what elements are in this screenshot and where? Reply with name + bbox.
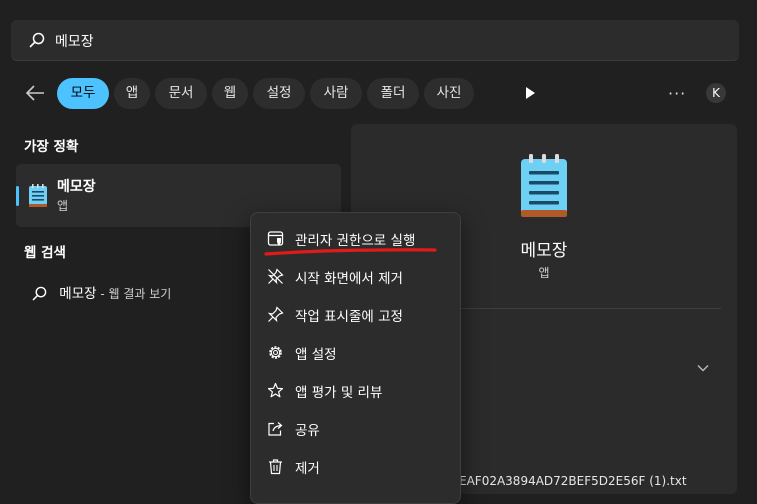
selection-indicator [16,186,19,206]
filter-chip-apps[interactable]: 앱 [114,78,150,109]
best-match-type: 앱 [57,199,69,213]
filter-chip-all[interactable]: 모두 [57,78,109,109]
trash-icon [269,459,282,475]
menu-item-share[interactable]: 공유 [251,409,460,447]
pin-icon [267,306,284,323]
chevron-down-icon[interactable] [697,362,709,374]
star-icon [267,382,284,398]
search-icon [32,286,47,301]
menu-item-pin-taskbar[interactable]: 작업 표시줄에 고정 [251,295,460,333]
notepad-large-icon [521,154,567,217]
menu-item-label: 시작 화면에서 제거 [295,271,403,287]
best-match-heading: 가장 정확 [24,139,79,155]
menu-item-uninstall[interactable]: 제거 [251,447,460,485]
web-search-result[interactable]: 메모장 - 웹 결과 보기 [32,282,171,302]
filter-chip-documents[interactable]: 문서 [155,78,207,109]
more-options-button[interactable]: ··· [668,84,686,103]
search-box[interactable]: 메모장 [11,20,739,61]
filter-chip-folders[interactable]: 폴더 [367,78,419,109]
menu-item-app-settings[interactable]: 앱 설정 [251,333,460,371]
menu-item-label: 앱 설정 [295,347,337,363]
menu-item-label: 앱 평가 및 리뷰 [295,385,383,401]
gear-icon [269,346,282,359]
filter-chip-people[interactable]: 사람 [310,78,362,109]
red-underline-annotation [264,248,437,256]
menu-item-label: 공유 [295,423,320,439]
play-icon[interactable] [524,86,536,100]
filter-chip-settings[interactable]: 설정 [253,78,305,109]
search-icon [29,32,45,48]
web-search-suffix: - 웹 결과 보기 [96,287,172,301]
unpin-icon [267,268,284,285]
filter-chip-web[interactable]: 웹 [212,78,248,109]
web-search-heading: 웹 검색 [24,245,66,261]
notepad-icon [29,184,47,207]
search-input[interactable]: 메모장 [55,31,94,51]
web-search-query: 메모장 [59,286,97,302]
best-match-name: 메모장 [57,179,96,195]
recent-file-name[interactable]: EAF02A3894AD72BEF5D2E56F (1).txt [459,474,687,488]
menu-item-label: 작업 표시줄에 고정 [295,309,403,325]
avatar[interactable]: K [706,83,726,103]
filter-chip-photos[interactable]: 사진 [424,78,474,109]
menu-item-unpin-start[interactable]: 시작 화면에서 제거 [251,257,460,295]
menu-item-rate-review[interactable]: 앱 평가 및 리뷰 [251,371,460,409]
share-icon [268,422,283,436]
back-arrow-icon[interactable] [24,82,46,104]
menu-item-label: 제거 [295,461,320,477]
